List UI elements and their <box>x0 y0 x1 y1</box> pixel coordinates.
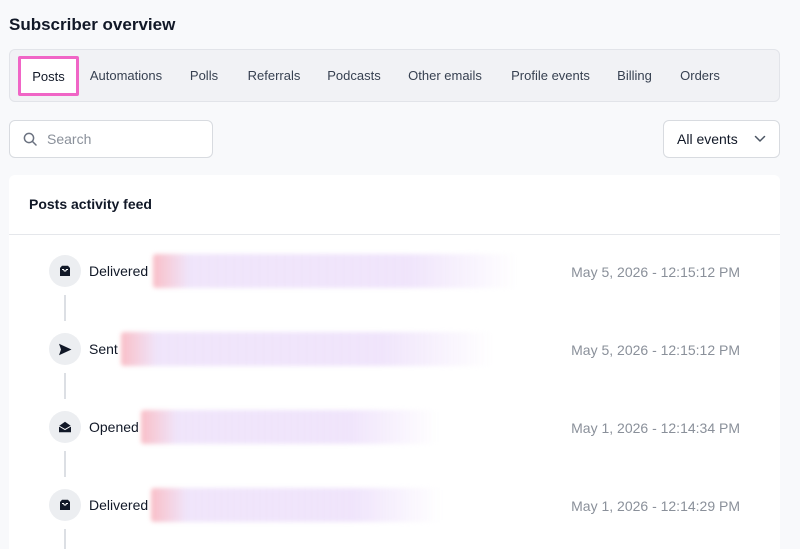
timeline-connector <box>64 295 66 321</box>
timeline-connector <box>64 529 66 549</box>
feed-item: Delivered May 1, 2026 - 12:14:29 PM <box>9 488 780 522</box>
event-filter-select[interactable]: All events <box>663 120 780 158</box>
search-input[interactable] <box>47 131 197 147</box>
feed-item: Sent May 5, 2026 - 12:15:12 PM <box>9 332 780 366</box>
divider <box>9 234 780 235</box>
event-filter-value: All events <box>677 131 738 147</box>
search-box[interactable] <box>9 120 213 158</box>
feed-event-label: Delivered <box>89 263 149 279</box>
feed-event-label: Delivered <box>89 497 149 513</box>
search-icon <box>23 132 37 146</box>
tab-polls[interactable]: Polls <box>182 50 226 101</box>
tab-billing[interactable]: Billing <box>610 50 659 101</box>
feed-timestamp: May 1, 2026 - 12:14:34 PM <box>571 420 740 436</box>
feed-item: Opened May 1, 2026 - 12:14:34 PM <box>9 410 780 444</box>
tab-posts[interactable]: Posts <box>18 56 79 96</box>
chevron-down-icon <box>754 135 766 142</box>
activity-feed-card: Posts activity feed Delivered May 5, 202… <box>9 175 780 549</box>
redacted-details <box>153 254 518 288</box>
feed-event-label: Sent <box>89 341 118 357</box>
inbox-tray-icon <box>49 489 81 521</box>
redacted-details <box>141 410 437 444</box>
inbox-tray-icon <box>49 255 81 287</box>
tab-automations[interactable]: Automations <box>82 50 170 101</box>
send-icon <box>49 333 81 365</box>
redacted-details <box>151 488 441 522</box>
open-envelope-icon <box>49 411 81 443</box>
timeline-connector <box>64 373 66 399</box>
tab-profile-events[interactable]: Profile events <box>503 50 598 101</box>
feed-timestamp: May 1, 2026 - 12:14:29 PM <box>571 498 740 514</box>
tab-other-emails[interactable]: Other emails <box>400 50 490 101</box>
feed-item: Delivered May 5, 2026 - 12:15:12 PM <box>9 254 780 288</box>
tab-podcasts[interactable]: Podcasts <box>321 50 387 101</box>
feed-timestamp: May 5, 2026 - 12:15:12 PM <box>571 342 740 358</box>
timeline-connector <box>64 451 66 477</box>
redacted-details <box>121 332 493 366</box>
feed-timestamp: May 5, 2026 - 12:15:12 PM <box>571 264 740 280</box>
tab-referrals[interactable]: Referrals <box>239 50 309 101</box>
feed-title: Posts activity feed <box>29 196 152 212</box>
tab-orders[interactable]: Orders <box>674 50 726 101</box>
page-title: Subscriber overview <box>9 15 176 34</box>
feed-event-label: Opened <box>89 419 139 435</box>
tab-bar: Posts Automations Polls Referrals Podcas… <box>9 49 780 102</box>
